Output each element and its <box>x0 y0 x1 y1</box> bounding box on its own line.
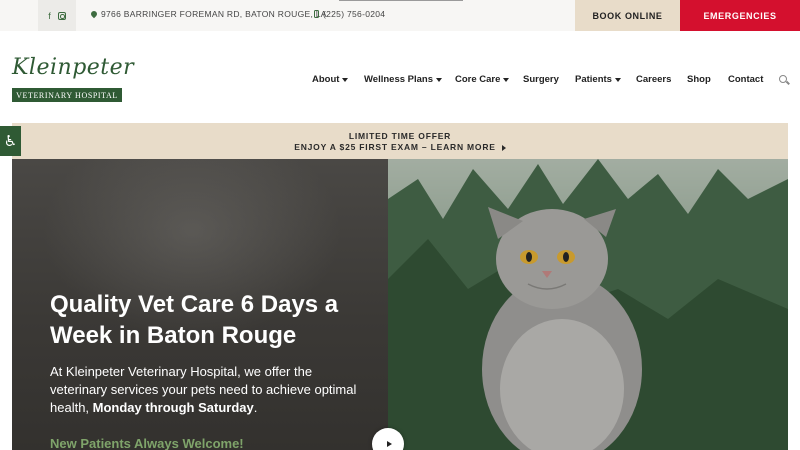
address-link[interactable]: 9766 BARRINGER FOREMAN RD, BATON ROUGE, … <box>89 9 327 19</box>
logo-script-text: Kleinpeter <box>12 55 135 80</box>
nav-item-surgery[interactable]: Surgery <box>523 74 559 85</box>
hero-cat-image <box>388 159 788 450</box>
cat-illustration <box>388 159 788 450</box>
promo-offer-text: ENJOY A $25 FIRST EXAM – LEARN MORE <box>294 142 496 152</box>
social-links: f <box>38 0 76 31</box>
nav-label: Surgery <box>523 74 559 85</box>
phone-icon <box>314 10 319 18</box>
promo-offer[interactable]: ENJOY A $25 FIRST EXAM – LEARN MORE <box>12 142 788 152</box>
nav-label: Careers <box>636 74 672 85</box>
chevron-down-icon <box>436 77 442 82</box>
chevron-down-icon <box>342 77 349 82</box>
top-utility-bar: f 9766 BARRINGER FOREMAN RD, BATON ROUGE… <box>0 0 800 31</box>
nav-item-wellness-plans[interactable]: Wellness Plans <box>364 74 442 85</box>
accessibility-button[interactable]: ♿ <box>0 126 21 156</box>
address-text: 9766 BARRINGER FOREMAN RD, BATON ROUGE, … <box>101 9 327 19</box>
new-patients-text: New Patients Always Welcome! <box>50 436 244 450</box>
hero-section: Quality Vet Care 6 Days a Week in Baton … <box>12 159 788 450</box>
nav-item-core-care[interactable]: Core Care <box>455 74 510 85</box>
phone-link[interactable]: (225) 756-0204 <box>314 9 385 19</box>
emergencies-button[interactable]: EMERGENCIES <box>680 0 800 31</box>
hero-text-end: . <box>253 400 258 415</box>
nav-item-about[interactable]: About <box>312 74 349 85</box>
phone-text: (225) 756-0204 <box>323 9 386 19</box>
nav-label: Wellness Plans <box>364 74 433 85</box>
nav-label: Core Care <box>455 74 501 85</box>
arrow-right-icon <box>501 144 506 151</box>
logo[interactable]: Kleinpeter VETERINARY HOSPITAL <box>12 55 135 103</box>
nav-item-patients[interactable]: Patients <box>575 74 621 85</box>
nav-label: Patients <box>575 74 612 85</box>
map-pin-icon <box>89 9 99 19</box>
promo-banner[interactable]: LIMITED TIME OFFER ENJOY A $25 FIRST EXA… <box>12 123 788 159</box>
nav-item-careers[interactable]: Careers <box>636 74 671 85</box>
instagram-icon[interactable] <box>57 11 66 20</box>
chevron-down-icon <box>503 77 510 82</box>
book-online-button[interactable]: BOOK ONLINE <box>575 0 680 31</box>
nav-label: Shop <box>687 74 711 85</box>
loading-bar <box>339 0 463 1</box>
logo-band-text: VETERINARY HOSPITAL <box>12 88 122 102</box>
nav-label: About <box>312 74 340 85</box>
wheelchair-icon: ♿ <box>3 133 18 150</box>
nav-label: Contact <box>728 74 764 85</box>
search-icon[interactable] <box>779 75 787 83</box>
hero-text-bold: Monday through Saturday <box>92 400 254 415</box>
nav-item-contact[interactable]: Contact <box>728 74 763 85</box>
nav-item-shop[interactable]: Shop <box>687 74 711 85</box>
chevron-down-icon <box>614 77 621 82</box>
facebook-icon[interactable]: f <box>48 11 51 21</box>
hero-description: At Kleinpeter Veterinary Hospital, we of… <box>50 363 360 417</box>
hero-title: Quality Vet Care 6 Days a Week in Baton … <box>50 291 339 349</box>
promo-headline: LIMITED TIME OFFER <box>348 131 452 141</box>
